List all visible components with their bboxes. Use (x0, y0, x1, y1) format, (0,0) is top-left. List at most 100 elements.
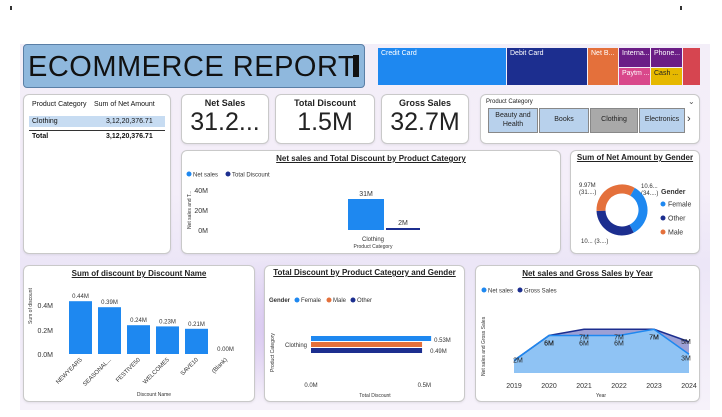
data-label: 2M (398, 220, 408, 227)
report-title: ECOMMERCE REPORT (28, 51, 357, 83)
y-axis-label: Net sales and T... (187, 190, 193, 229)
table-header-net-amount: Sum of Net Amount (94, 101, 155, 108)
legend-net-sales: Net sales (488, 289, 513, 295)
x-tick: 2023 (646, 383, 662, 390)
legend-marker-total-discount (225, 171, 231, 177)
kpi-label: Gross Sales (398, 98, 452, 108)
gender-donut-chart: 9.97M (31....) 10.6... (34....) 10... (3… (579, 183, 691, 245)
data-label: 31M (359, 191, 373, 198)
top-strip (10, 0, 710, 10)
y-axis-label: Product Category (270, 333, 276, 372)
y-tick: 20M (194, 208, 208, 215)
x-tick: (Blank) (211, 357, 229, 375)
bar-male (311, 342, 423, 347)
x-tick: SEASONAL... (82, 357, 113, 388)
treemap-cell-other[interactable] (683, 48, 700, 85)
bar-other (311, 348, 423, 353)
y-tick: 0.4M (37, 303, 53, 310)
data-label: 2M (513, 358, 523, 365)
table-total-label: Total (32, 133, 49, 140)
data-label: 6M (614, 341, 624, 348)
legend-marker-gross-sales (517, 287, 523, 293)
bar-net-sales (348, 199, 384, 230)
treemap-cell-internet[interactable]: Interna... (619, 48, 650, 67)
bar-total-discount (386, 228, 420, 230)
table-total-value: 3,12,20,376.71 (106, 133, 153, 140)
kpi-value: 1.5M (297, 108, 353, 136)
legend-marker-female (294, 297, 300, 303)
kpi-label: Total Discount (294, 98, 356, 108)
treemap-cell-credit-card[interactable]: Credit Card (378, 48, 506, 85)
x-axis-label: Product Category (354, 244, 393, 250)
treemap-cell-cash[interactable]: Cash ... (651, 68, 682, 85)
table-cell-category[interactable]: Clothing (32, 118, 58, 125)
legend-gross-sales: Gross Sales (524, 289, 557, 295)
y-tick: Clothing (285, 343, 307, 349)
bar (156, 326, 179, 354)
data-label: 0.00M (217, 347, 234, 353)
x-tick: 2020 (541, 383, 557, 390)
x-axis-label: Discount Name (137, 392, 171, 398)
data-label: 7M (649, 334, 659, 341)
bar (127, 325, 150, 354)
x-tick: WELCOME5 (142, 357, 171, 386)
payment-method-treemap[interactable]: Credit Card Debit Card Net B... Interna.… (378, 48, 700, 85)
x-tick: 2022 (611, 383, 627, 390)
x-tick: Clothing (362, 237, 384, 243)
treemap-cell-net-banking[interactable]: Net B... (588, 48, 618, 85)
data-label: 3M (681, 355, 691, 362)
legend-marker-male (326, 297, 332, 303)
kpi-label: Net Sales (204, 98, 246, 108)
legend-marker-female (660, 201, 666, 207)
legend-male: Male (333, 298, 347, 304)
text-cursor (353, 55, 359, 77)
discount-name-chart: Sum of discount 0.4M 0.2M 0.0M Discount … (28, 288, 234, 398)
y-axis-label: Net sales and Gross Sales (481, 316, 487, 376)
x-tick: SAVE10 (180, 357, 200, 377)
chevron-right-icon[interactable]: › (687, 113, 691, 125)
chevron-down-icon[interactable]: ⌄ (688, 97, 695, 106)
legend-net-sales: Net sales (193, 173, 218, 179)
net-discount-chart-card: Net sales and Total Discount by Product … (181, 150, 561, 254)
legend-marker-net-sales (481, 287, 487, 293)
data-label: 0.53M (434, 338, 451, 344)
summary-table-card: Product Category Sum of Net Amount Cloth… (23, 94, 171, 254)
treemap-cell-debit-card[interactable]: Debit Card (507, 48, 587, 85)
data-label: 0.23M (159, 319, 176, 325)
legend-marker-male (660, 229, 666, 235)
slicer-option-clothing[interactable]: Clothing (590, 108, 638, 133)
donut-label: 10.6... (641, 184, 658, 190)
slicer-option-beauty-health[interactable]: Beauty and Health (488, 108, 538, 133)
discount-name-chart-card: Sum of discount by Discount Name Sum of … (23, 265, 255, 402)
legend-title: Gender (269, 298, 291, 304)
table-cell-value[interactable]: 3,12,20,376.71 (106, 118, 153, 125)
kpi-gross-sales: Gross Sales 32.7M (381, 94, 469, 144)
donut-label: (31....) (579, 190, 596, 196)
legend-title: Gender (661, 189, 686, 196)
legend-total-discount: Total Discount (232, 173, 270, 179)
legend-marker-other (350, 297, 356, 303)
treemap-cell-phonepe[interactable]: Phone... (651, 48, 682, 67)
discount-gender-chart: Gender Female Male Other Product Categor… (269, 297, 451, 399)
x-axis-label: Total Discount (359, 393, 391, 399)
slicer-option-electronics[interactable]: Electronics (639, 108, 685, 133)
data-label: 6M (579, 341, 589, 348)
data-label: 0.39M (101, 300, 118, 306)
donut-label: (34....) (641, 191, 658, 197)
legend-female: Female (668, 202, 691, 209)
slicer-option-books[interactable]: Books (539, 108, 589, 133)
treemap-cell-paytm[interactable]: Paytm ... (619, 68, 650, 85)
bar (185, 328, 208, 354)
table-divider (29, 130, 165, 131)
kpi-net-sales: Net Sales 31.2... (181, 94, 269, 144)
x-axis-label: Year (596, 393, 606, 399)
legend-female: Female (301, 298, 322, 304)
data-label: 0.21M (188, 322, 205, 328)
top-tick (10, 6, 12, 10)
kpi-total-discount: Total Discount 1.5M (275, 94, 375, 144)
legend-other: Other (668, 216, 686, 223)
x-tick: FESTIVE50 (115, 357, 142, 384)
x-tick: 0.5M (418, 383, 431, 389)
y-tick: 0.0M (37, 352, 53, 359)
donut-label: 9.97M (579, 183, 596, 189)
